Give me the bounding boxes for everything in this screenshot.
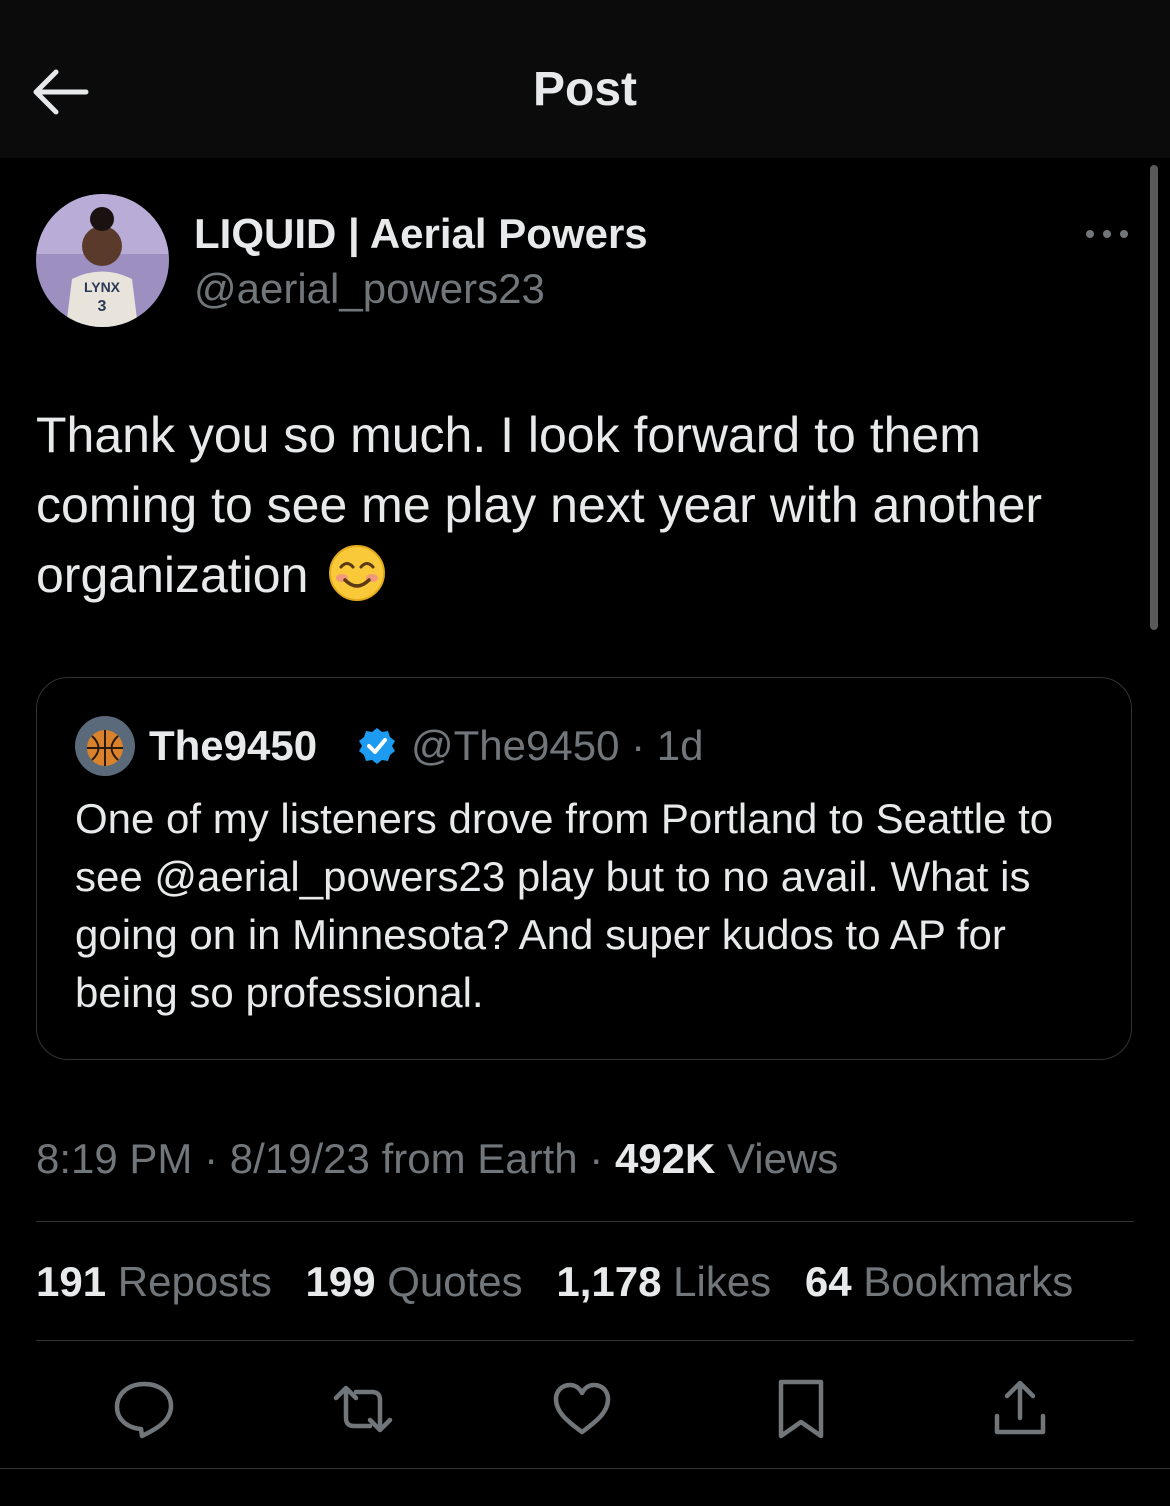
reposts-label: Reposts <box>117 1258 272 1305</box>
quotes-stat[interactable]: 199 Quotes <box>306 1258 523 1305</box>
post-time[interactable]: 8:19 PM <box>36 1135 192 1182</box>
tweet-text: Thank you so much. I look forward to the… <box>36 400 1116 610</box>
top-bar: Post <box>0 0 1170 158</box>
smiling-face-emoji-icon <box>328 544 386 602</box>
display-name[interactable]: LIQUID | Aerial Powers <box>194 210 648 258</box>
reposts-count: 191 <box>36 1258 107 1305</box>
quote-text: One of my listeners drove from Portland … <box>75 795 1054 1016</box>
more-button[interactable] <box>1082 222 1132 246</box>
bookmark-icon <box>778 1379 824 1439</box>
tweet-body: Thank you so much. I look forward to the… <box>36 407 1043 603</box>
bookmark-button[interactable] <box>766 1374 836 1444</box>
more-icon <box>1086 230 1128 238</box>
views-count: 492K <box>614 1135 716 1182</box>
divider <box>0 1468 1170 1469</box>
divider <box>36 1340 1134 1341</box>
engagement-stats: 191 Reposts 199 Quotes 1,178 Likes 64 Bo… <box>36 1258 1095 1306</box>
like-icon <box>553 1382 611 1435</box>
repost-button[interactable] <box>328 1374 398 1444</box>
share-icon <box>994 1380 1046 1435</box>
reposts-stat[interactable]: 191 Reposts <box>36 1258 272 1305</box>
post-date[interactable]: 8/19/23 <box>230 1135 370 1182</box>
bookmarks-label: Bookmarks <box>863 1258 1074 1305</box>
quotes-count: 199 <box>305 1258 376 1305</box>
likes-count: 1,178 <box>556 1258 662 1305</box>
views-label: Views <box>727 1135 839 1182</box>
avatar-jersey-number: 3 <box>98 298 107 315</box>
divider <box>36 1221 1134 1222</box>
likes-label: Likes <box>673 1258 772 1305</box>
user-handle[interactable]: @aerial_powers23 <box>194 265 545 313</box>
scrollbar[interactable] <box>1150 165 1158 630</box>
quoted-post[interactable]: The9450 @The9450 · 1d One of my listener… <box>36 677 1132 1060</box>
repost-icon <box>333 1385 393 1433</box>
quote-avatar[interactable] <box>75 716 135 776</box>
avatar[interactable]: LYNX 3 <box>36 194 169 327</box>
share-button[interactable] <box>985 1374 1055 1444</box>
verified-badge-icon <box>359 728 395 764</box>
post-source: from Earth <box>381 1135 578 1182</box>
like-button[interactable] <box>547 1374 617 1444</box>
quotes-label: Quotes <box>387 1258 523 1305</box>
likes-stat[interactable]: 1,178 Likes <box>556 1258 771 1305</box>
avatar-jersey-text: LYNX <box>84 279 121 295</box>
post-timestamp: 8:19 PM · 8/19/23 from Earth · 492K View… <box>36 1135 839 1182</box>
reply-icon <box>114 1381 174 1439</box>
quote-meta: @The9450 · 1d <box>411 722 704 769</box>
quote-handle[interactable]: @The9450 <box>411 722 619 769</box>
quote-time: 1d <box>656 722 704 769</box>
bookmarks-stat[interactable]: 64 Bookmarks <box>805 1258 1073 1305</box>
quote-author-name[interactable]: The9450 <box>149 722 317 770</box>
reply-button[interactable] <box>109 1374 179 1444</box>
page-title: Post <box>532 63 637 116</box>
bookmarks-count: 64 <box>804 1258 852 1305</box>
